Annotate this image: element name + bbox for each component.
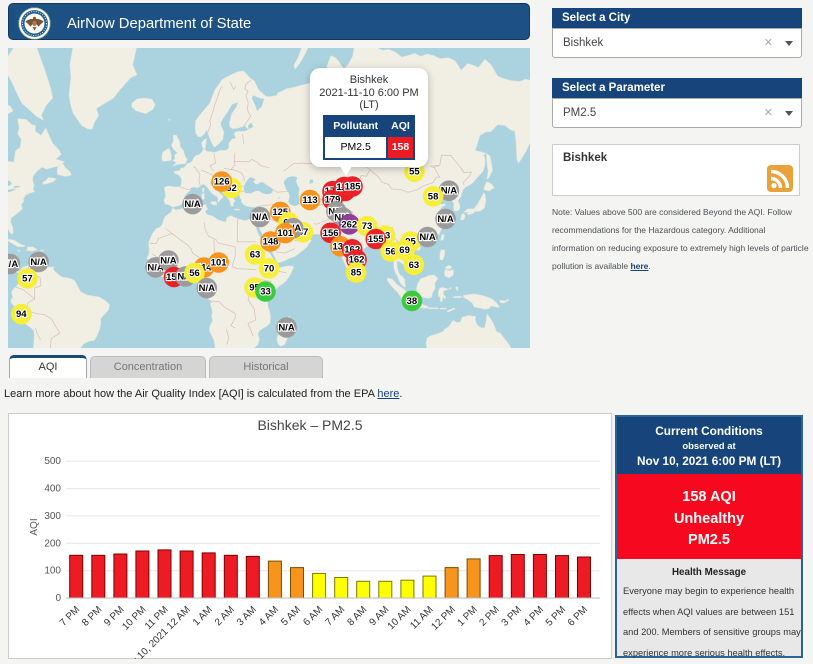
svg-text:101: 101 (211, 258, 228, 269)
svg-text:500: 500 (44, 456, 61, 467)
svg-text:185: 185 (345, 182, 362, 193)
svg-text:N/A: N/A (278, 323, 295, 334)
svg-text:38: 38 (407, 296, 418, 307)
svg-text:148: 148 (263, 237, 279, 248)
svg-text:N/A: N/A (8, 259, 18, 270)
svg-text:63: 63 (409, 260, 420, 271)
svg-text:56: 56 (189, 268, 200, 279)
svg-text:0: 0 (55, 593, 61, 604)
svg-text:262: 262 (341, 219, 357, 230)
svg-text:155: 155 (368, 234, 385, 245)
svg-text:58: 58 (428, 191, 439, 202)
svg-text:94: 94 (16, 309, 27, 320)
svg-text:Bishkek – PM2.5: Bishkek – PM2.5 (257, 417, 362, 433)
svg-text:63: 63 (250, 250, 261, 261)
svg-text:101: 101 (277, 228, 294, 239)
svg-text:AQI: AQI (29, 518, 40, 535)
svg-text:N/A: N/A (160, 256, 177, 267)
svg-text:126: 126 (214, 177, 230, 188)
svg-text:N/A: N/A (184, 199, 201, 210)
svg-text:69: 69 (399, 245, 410, 256)
svg-text:400: 400 (44, 484, 61, 495)
svg-text:55: 55 (409, 167, 420, 178)
svg-text:N/A: N/A (199, 283, 216, 294)
svg-text:56: 56 (385, 246, 396, 257)
svg-text:33: 33 (260, 287, 271, 298)
svg-text:N/A: N/A (252, 212, 269, 223)
svg-text:200: 200 (44, 538, 61, 549)
svg-text:N/A: N/A (30, 257, 47, 268)
svg-text:113: 113 (302, 195, 317, 206)
svg-text:N/A: N/A (437, 214, 454, 225)
svg-text:300: 300 (44, 511, 61, 522)
svg-text:57: 57 (22, 273, 33, 284)
svg-text:100: 100 (44, 566, 61, 577)
svg-text:N/A: N/A (419, 232, 436, 243)
svg-text:85: 85 (351, 268, 362, 279)
svg-text:70: 70 (264, 263, 275, 274)
